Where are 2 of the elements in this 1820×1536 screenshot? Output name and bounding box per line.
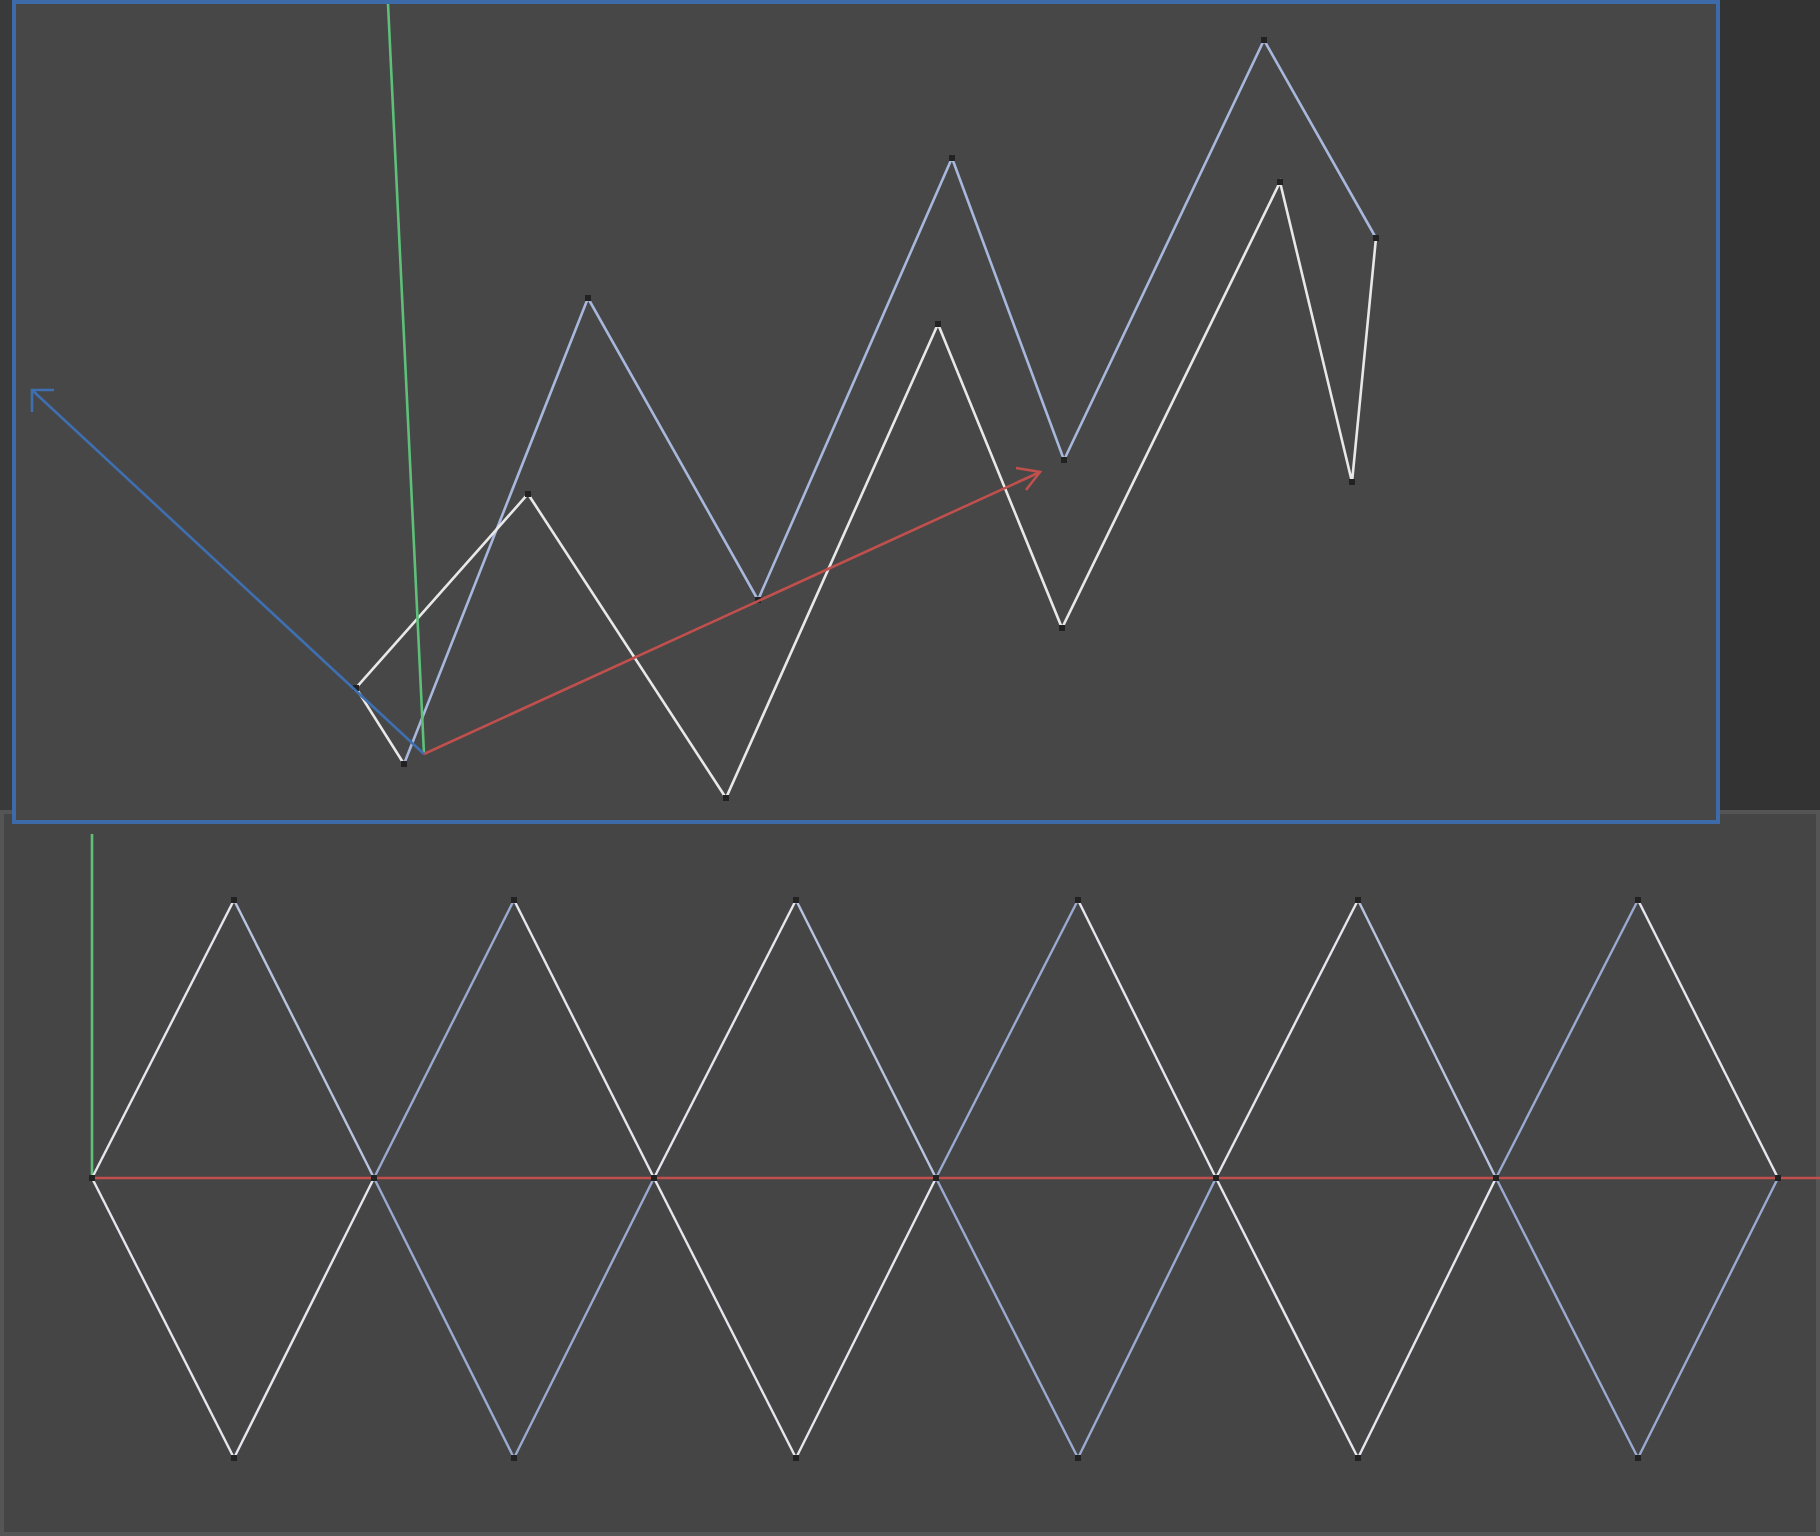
viewport[interactable] <box>12 0 1720 824</box>
viewport[interactable] <box>0 810 1820 1536</box>
